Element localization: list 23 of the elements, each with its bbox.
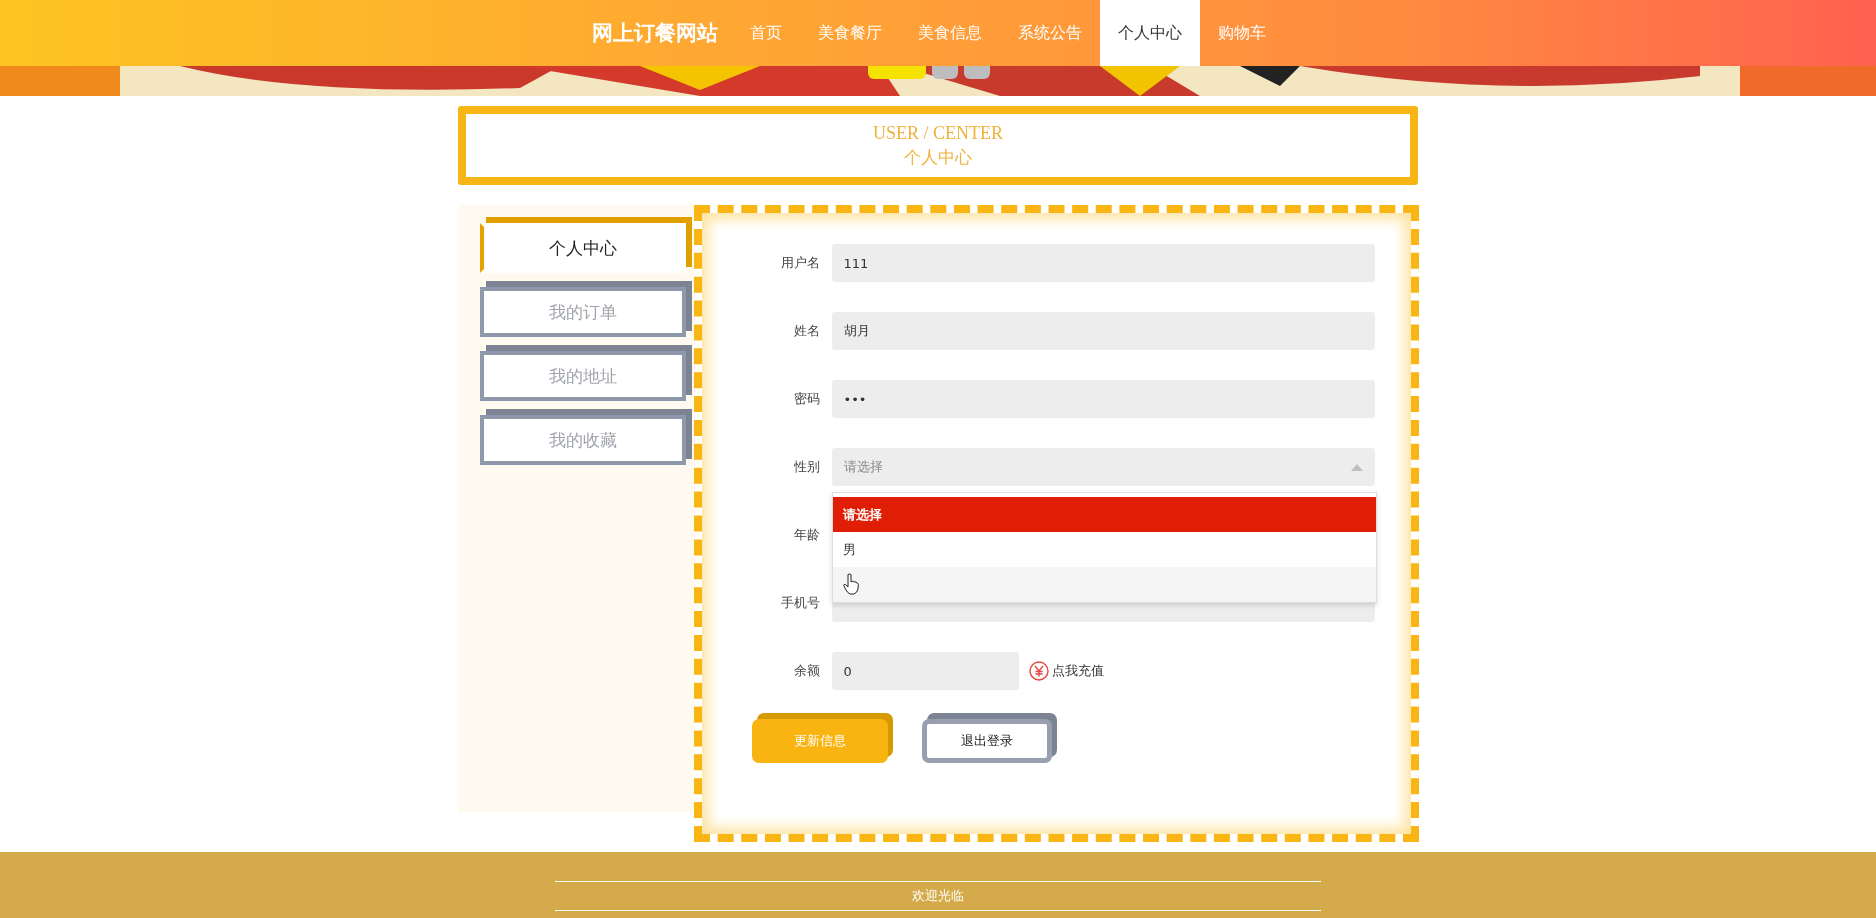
field-label: 密码: [792, 390, 820, 408]
dropdown-option[interactable]: 请选择: [832, 497, 1376, 532]
nav-link[interactable]: 个人中心: [1100, 0, 1200, 66]
footer-text: 欢迎光临: [555, 881, 1321, 911]
field-label: 用户名: [779, 254, 820, 272]
field-label: 性别: [792, 458, 820, 476]
yen-icon: [1028, 661, 1049, 681]
password-field[interactable]: •••: [831, 380, 1375, 418]
section-title-english: USER / CENTER: [872, 122, 1004, 145]
field-label: 手机号: [779, 594, 820, 612]
input-field[interactable]: 胡月: [831, 312, 1375, 350]
section-title: 个人中心: [903, 147, 973, 169]
input-field[interactable]: 111: [831, 244, 1375, 282]
dropdown-option[interactable]: 男: [832, 532, 1376, 567]
hand-cursor-icon: [842, 573, 859, 595]
field-label: 姓名: [792, 322, 820, 340]
field-label: 余额: [792, 662, 820, 680]
balance-field[interactable]: 0: [831, 652, 1019, 690]
caret-icon: [1350, 463, 1363, 471]
site-title: 网上订餐网站: [592, 20, 718, 47]
field-label: 年龄: [792, 526, 820, 544]
select-field[interactable]: 请选择: [831, 448, 1375, 486]
recharge-link[interactable]: 点我充值: [1051, 662, 1104, 680]
